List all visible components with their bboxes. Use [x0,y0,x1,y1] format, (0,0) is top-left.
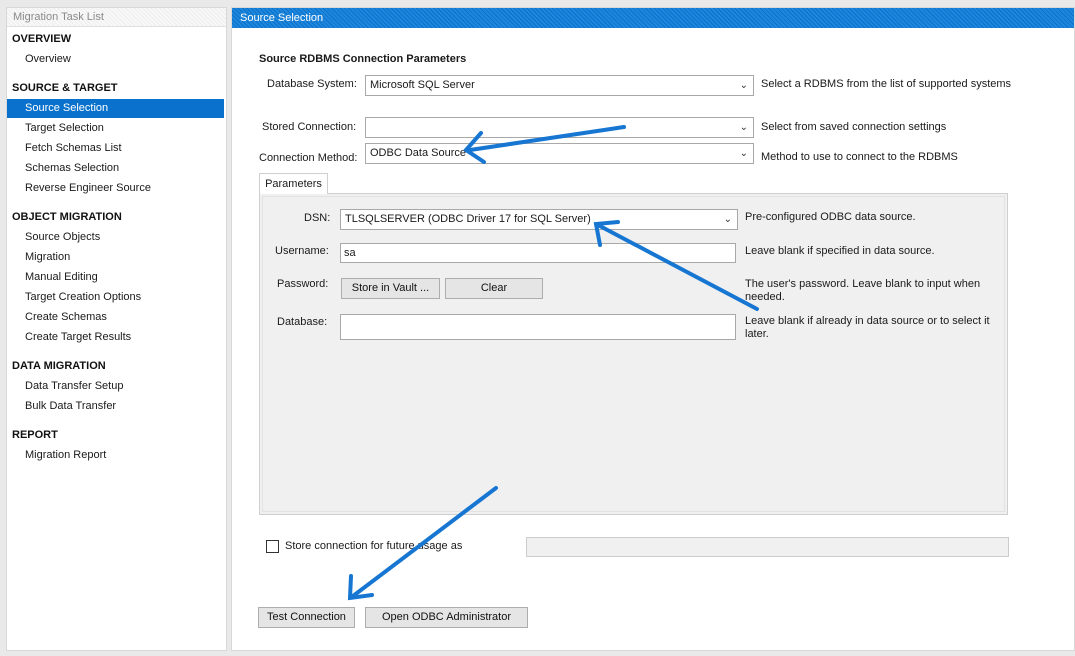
clear-password-button[interactable]: Clear [445,278,543,299]
store-connection-label: Store connection for future usage as [285,540,463,552]
connection-method-value: ODBC Data Source [370,147,466,159]
nav-item-migration[interactable]: Migration [7,248,224,267]
chevron-down-icon: ⌄ [739,122,748,133]
dsn-label: DSN: [304,212,331,224]
source-selection-panel: Source Selection Source RDBMS Connection… [231,7,1075,651]
database-system-label: Database System: [267,78,357,90]
group-title: Source RDBMS Connection Parameters [259,53,467,65]
task-list-title: Migration Task List [7,8,226,27]
connection-method-label: Connection Method: [259,152,358,164]
nav-item-create-schemas[interactable]: Create Schemas [7,308,224,327]
password-label: Password: [277,278,329,290]
nav-item-target-selection[interactable]: Target Selection [7,119,224,138]
open-odbc-administrator-button[interactable]: Open ODBC Administrator [365,607,528,628]
chevron-down-icon: ⌄ [723,214,732,225]
section-object-migration: OBJECT MIGRATION [12,211,122,223]
chevron-down-icon: ⌄ [739,80,748,91]
dsn-value: TLSQLSERVER (ODBC Driver 17 for SQL Serv… [345,213,591,225]
section-source-target: SOURCE & TARGET [12,82,118,94]
username-field[interactable]: sa [340,243,736,263]
database-system-select[interactable]: Microsoft SQL Server ⌄ [365,75,754,96]
stored-connection-select[interactable]: ⌄ [365,117,754,138]
nav-item-data-transfer-setup[interactable]: Data Transfer Setup [7,377,224,396]
database-label: Database: [277,316,328,328]
nav-item-source-selection[interactable]: Source Selection [7,99,224,118]
password-hint: The user's password. Leave blank to inpu… [745,278,981,303]
parameters-content: DSN: TLSQLSERVER (ODBC Driver 17 for SQL… [262,196,1005,512]
section-report: REPORT [12,429,58,441]
database-hint: Leave blank if already in data source or… [745,315,990,340]
nav-item-create-target-results[interactable]: Create Target Results [7,328,224,347]
nav-item-overview[interactable]: Overview [7,50,224,69]
migration-task-list-panel: Migration Task List OVERVIEW Overview SO… [6,7,227,651]
nav-item-reverse-engineer-source[interactable]: Reverse Engineer Source [7,179,224,198]
store-connection-checkbox[interactable] [266,540,279,553]
nav-item-fetch-schemas-list[interactable]: Fetch Schemas List [7,139,224,158]
stored-connection-label: Stored Connection: [262,121,357,133]
database-field[interactable] [340,314,736,340]
nav-item-migration-report[interactable]: Migration Report [7,446,224,465]
nav-item-schemas-selection[interactable]: Schemas Selection [7,159,224,178]
connection-method-select[interactable]: ODBC Data Source ⌄ [365,143,754,164]
store-in-vault-button[interactable]: Store in Vault ... [341,278,440,299]
database-system-hint: Select a RDBMS from the list of supporte… [761,78,1012,90]
nav-item-bulk-data-transfer[interactable]: Bulk Data Transfer [7,397,224,416]
chevron-down-icon: ⌄ [739,148,748,159]
dsn-hint: Pre-configured ODBC data source. [745,211,916,223]
test-connection-button[interactable]: Test Connection [258,607,355,628]
nav-item-manual-editing[interactable]: Manual Editing [7,268,224,287]
username-hint: Leave blank if specified in data source. [745,245,935,257]
database-system-value: Microsoft SQL Server [370,79,475,91]
stored-connection-hint: Select from saved connection settings [761,121,947,133]
connection-method-hint: Method to use to connect to the RDBMS [761,151,958,163]
nav-item-target-creation-options[interactable]: Target Creation Options [7,288,224,307]
nav-item-source-objects[interactable]: Source Objects [7,228,224,247]
section-data-migration: DATA MIGRATION [12,360,106,372]
section-overview: OVERVIEW [12,33,72,45]
panel-title: Source Selection [232,8,1074,28]
store-connection-name-field[interactable] [526,537,1009,557]
tab-parameters[interactable]: Parameters [259,173,328,194]
parameters-panel: DSN: TLSQLSERVER (ODBC Driver 17 for SQL… [259,193,1008,515]
username-label: Username: [275,245,329,257]
dsn-select[interactable]: TLSQLSERVER (ODBC Driver 17 for SQL Serv… [340,209,738,230]
